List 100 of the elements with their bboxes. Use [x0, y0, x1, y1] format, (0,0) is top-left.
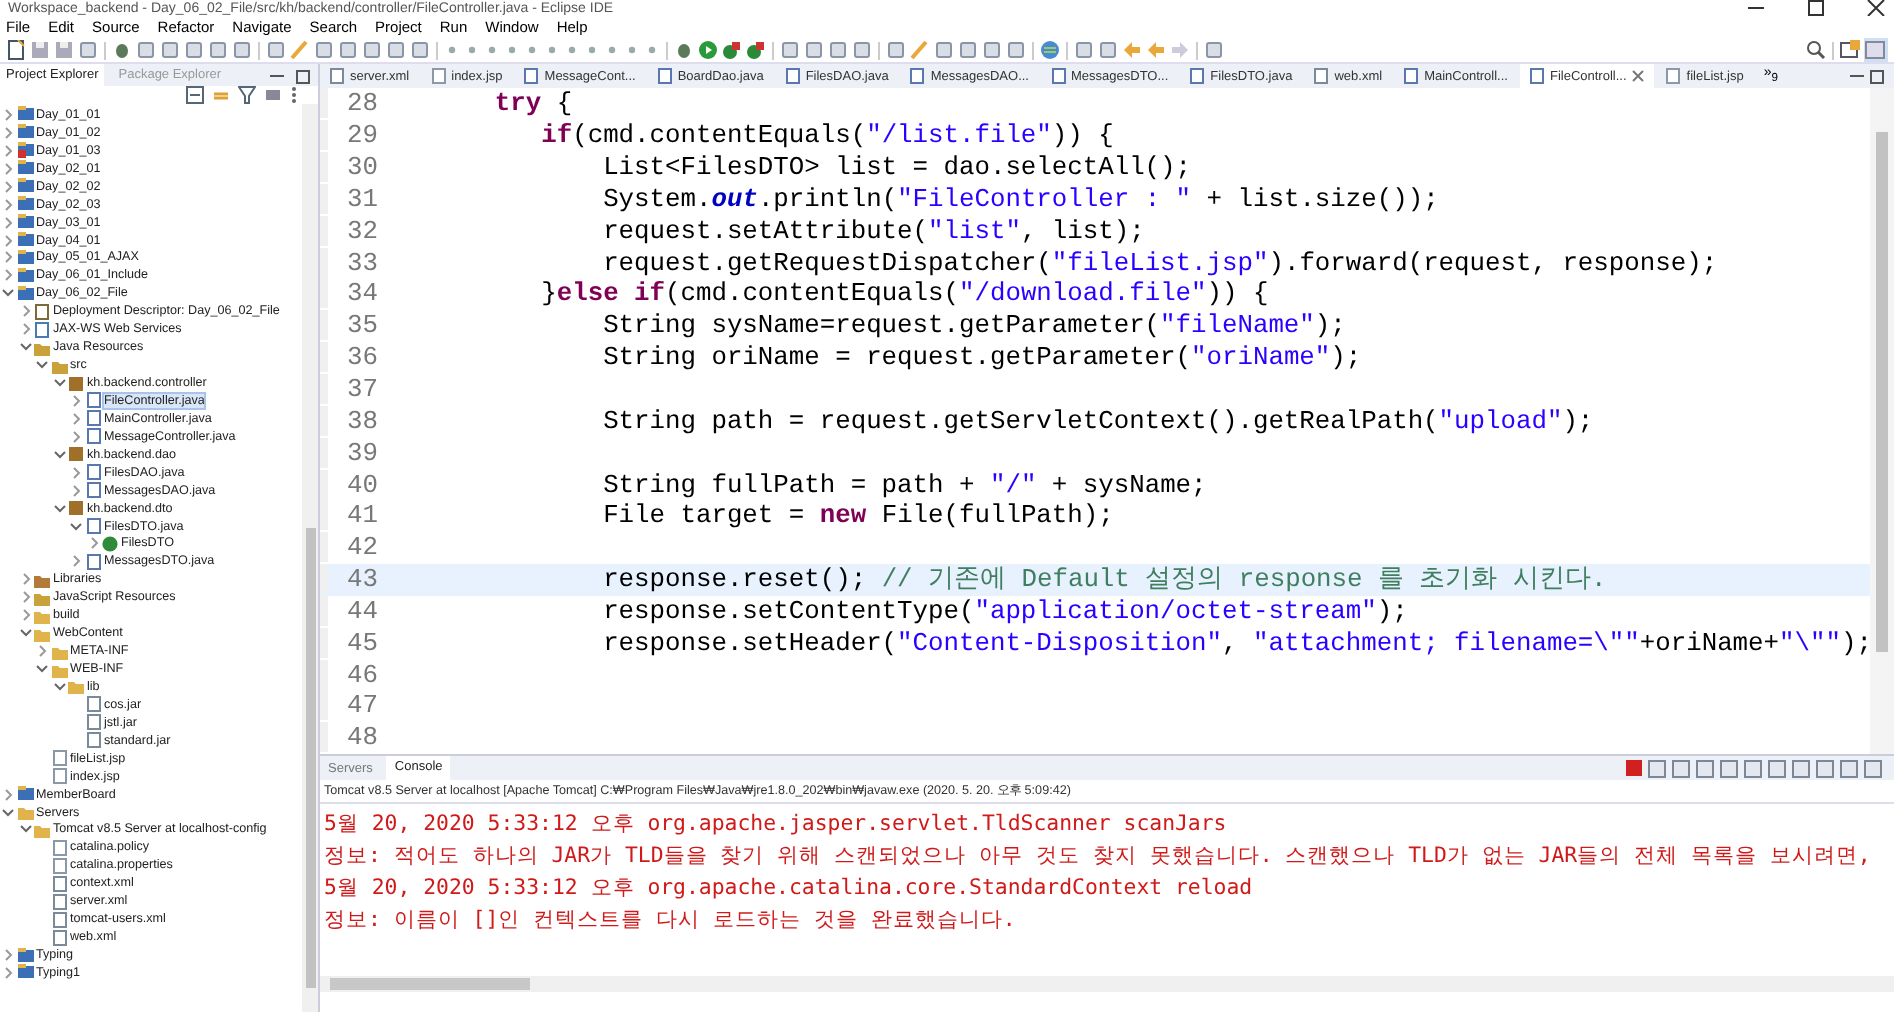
- run-config-icon[interactable]: [722, 40, 742, 60]
- collapsed-chevron-icon[interactable]: [19, 572, 31, 587]
- line-number: 45: [320, 627, 402, 658]
- line-number: 39: [320, 437, 402, 468]
- line-number: 40: [320, 469, 402, 500]
- collapsed-chevron-icon[interactable]: [2, 948, 14, 963]
- line-number: 33: [320, 247, 402, 278]
- collapsed-chevron-icon[interactable]: [19, 322, 31, 337]
- expanded-chevron-icon[interactable]: [36, 662, 48, 677]
- java-file-icon: [1051, 68, 1065, 84]
- line-number: 31: [320, 183, 402, 214]
- view-menu-icon[interactable]: [290, 86, 298, 104]
- code-line: List<FilesDTO> list = dao.selectAll();: [601, 152, 1192, 183]
- line-number: 32: [320, 215, 402, 246]
- java-file-icon: [1529, 68, 1544, 84]
- perspective-icon[interactable]: [1840, 40, 1860, 60]
- close-icon[interactable]: [1866, 0, 1886, 16]
- console-line: 5월 20, 2020 5:33:12 오후 org.apache.jasper.servlet.TldScanner scanJars: [322, 808, 1227, 840]
- collapsed-chevron-icon[interactable]: [70, 429, 82, 444]
- collapsed-chevron-icon[interactable]: [70, 465, 82, 480]
- collapsed-chevron-icon[interactable]: [2, 143, 14, 158]
- console-line: 5월 20, 2020 5:33:12 오후 org.apache.catalina.core.StandardContext reload: [322, 872, 1253, 904]
- globe-icon[interactable]: [1040, 40, 1060, 60]
- brush-icon[interactable]: [910, 40, 930, 60]
- code-line: response.setHeader("Content-Disposition", "attachment; filename=\""+oriName+"\"");: [601, 627, 1870, 658]
- collapsed-chevron-icon[interactable]: [19, 608, 31, 623]
- package-icon: [68, 375, 84, 392]
- collapsed-chevron-icon[interactable]: [2, 268, 14, 283]
- expanded-chevron-icon[interactable]: [19, 340, 31, 355]
- java-file-icon: [785, 68, 800, 84]
- scrollbar[interactable]: [302, 104, 318, 1012]
- xml-file-icon: [1314, 68, 1329, 84]
- line-number: 29: [320, 120, 402, 151]
- java-file-icon: [524, 68, 539, 84]
- expanded-chevron-icon[interactable]: [2, 805, 14, 820]
- tool-icon[interactable]: [78, 40, 98, 60]
- line-number: 35: [320, 310, 402, 341]
- project-icon: [17, 786, 33, 803]
- collapsed-chevron-icon[interactable]: [2, 179, 14, 194]
- collapsed-chevron-icon[interactable]: [2, 215, 14, 230]
- line-number: 47: [320, 690, 402, 721]
- maximize-icon[interactable]: [294, 67, 312, 83]
- collapsed-chevron-icon[interactable]: [2, 107, 14, 122]
- collapsed-chevron-icon[interactable]: [2, 233, 14, 248]
- line-number: 28: [320, 88, 402, 119]
- collapsed-chevron-icon[interactable]: [2, 197, 14, 212]
- expanded-chevron-icon[interactable]: [53, 376, 65, 391]
- collapsed-chevron-icon[interactable]: [2, 161, 14, 176]
- run-config-icon[interactable]: [746, 40, 766, 60]
- code-line: if(cmd.contentEquals("/list.file")) {: [539, 120, 1114, 151]
- run-icon[interactable]: [698, 40, 718, 60]
- line-number: 30: [320, 152, 402, 183]
- expanded-chevron-icon[interactable]: [2, 286, 14, 301]
- maximize-icon[interactable]: [1868, 68, 1886, 84]
- expanded-chevron-icon[interactable]: [36, 358, 48, 373]
- code-line: }else if(cmd.contentEquals("/download.file")) {: [539, 278, 1269, 309]
- bug-icon[interactable]: [112, 40, 132, 60]
- collapsed-chevron-icon[interactable]: [2, 787, 14, 802]
- expanded-chevron-icon[interactable]: [53, 679, 65, 694]
- collapsed-chevron-icon[interactable]: [2, 965, 14, 980]
- package-icon: [68, 446, 84, 463]
- expanded-chevron-icon[interactable]: [53, 501, 65, 516]
- class-icon: [102, 535, 118, 552]
- code-line: response.setContentType("application/octet-stream");: [601, 595, 1408, 626]
- new-file-icon[interactable]: [6, 40, 26, 60]
- collapse-all-icon[interactable]: [186, 86, 204, 104]
- collapsed-chevron-icon[interactable]: [36, 644, 48, 659]
- collapsed-chevron-icon[interactable]: [2, 125, 14, 140]
- brush-icon[interactable]: [290, 40, 310, 60]
- code-line: request.getRequestDispatcher("fileList.jsp").forward(request, response);: [601, 247, 1718, 278]
- maximize-icon[interactable]: [1806, 0, 1826, 16]
- collapsed-chevron-icon[interactable]: [70, 393, 82, 408]
- bug-icon[interactable]: [674, 40, 694, 60]
- collapsed-chevron-icon[interactable]: [2, 250, 14, 265]
- code-line: File target = new File(fullPath);: [601, 500, 1114, 531]
- line-number: 43: [320, 564, 402, 595]
- expanded-chevron-icon[interactable]: [19, 626, 31, 641]
- tool-icon[interactable]: [1204, 40, 1224, 60]
- collapsed-chevron-icon[interactable]: [70, 411, 82, 426]
- scrollbar[interactable]: [320, 976, 1894, 992]
- collapsed-chevron-icon[interactable]: [19, 590, 31, 605]
- expanded-chevron-icon[interactable]: [19, 822, 31, 837]
- collapsed-chevron-icon[interactable]: [70, 554, 82, 569]
- search-icon[interactable]: [1806, 40, 1826, 60]
- code-line: String sysName=request.getParameter("fileName");: [601, 310, 1346, 341]
- scrollbar[interactable]: [1870, 88, 1894, 754]
- collapsed-chevron-icon[interactable]: [70, 483, 82, 498]
- focus-icon[interactable]: [264, 86, 282, 104]
- expanded-chevron-icon[interactable]: [53, 447, 65, 462]
- forward-arrow-icon[interactable]: [1170, 40, 1190, 60]
- filter-icon[interactable]: [238, 86, 256, 104]
- java-file-icon: [657, 68, 672, 84]
- collapsed-chevron-icon[interactable]: [19, 304, 31, 319]
- code-line: try {: [492, 88, 573, 119]
- package-icon: [68, 500, 84, 517]
- line-number: 34: [320, 278, 402, 309]
- expanded-chevron-icon[interactable]: [70, 519, 82, 534]
- java-file-icon: [1404, 68, 1419, 84]
- collapsed-chevron-icon[interactable]: [87, 536, 99, 551]
- save-icon[interactable]: [54, 40, 74, 60]
